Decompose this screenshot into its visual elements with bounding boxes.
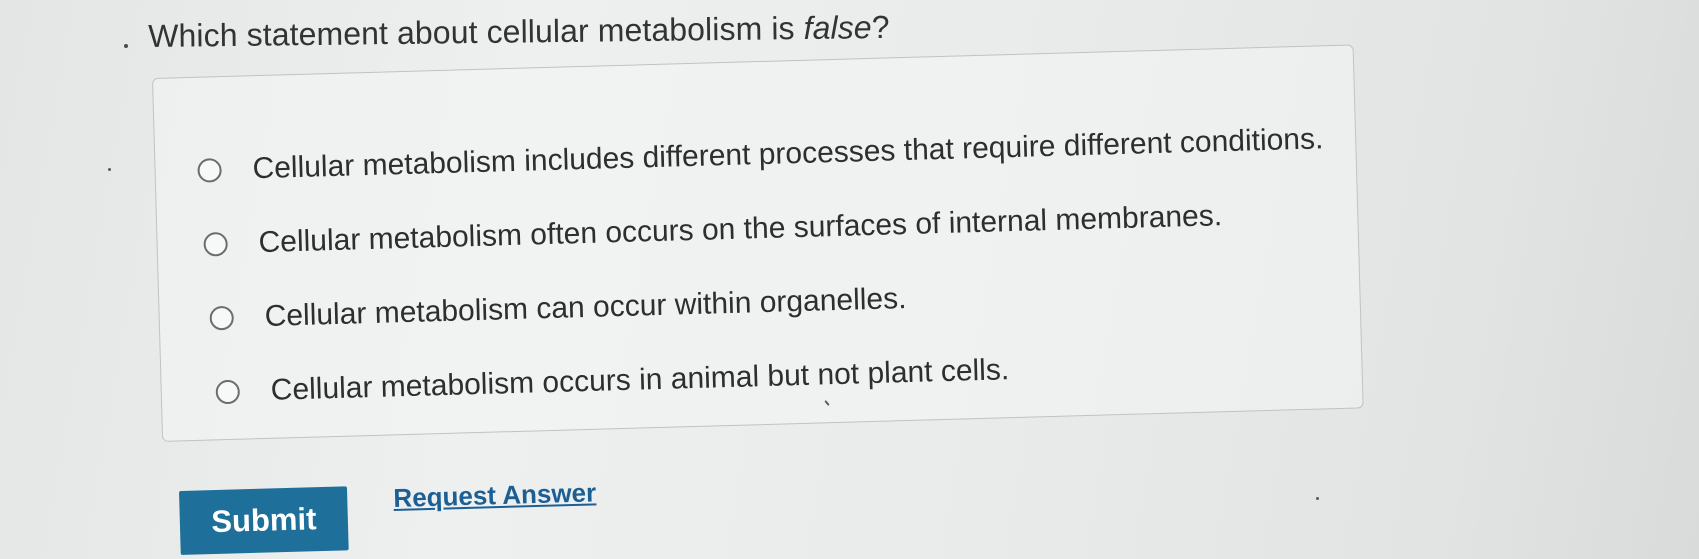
radio-button-2[interactable] — [203, 231, 228, 257]
answer-option-2[interactable]: Cellular metabolism often occurs on the … — [203, 199, 1223, 261]
answer-option-4-label: Cellular metabolism occurs in animal but… — [270, 353, 1010, 407]
submit-button[interactable]: Submit — [179, 486, 349, 555]
answer-option-3-label: Cellular metabolism can occur within org… — [264, 282, 907, 333]
answer-option-3[interactable]: Cellular metabolism can occur within org… — [209, 282, 907, 335]
request-answer-link[interactable]: Request Answer — [393, 477, 597, 514]
question-bullet — [124, 44, 128, 48]
question-prefix: Which statement about cellular metabolis… — [148, 9, 804, 54]
answer-option-2-label: Cellular metabolism often occurs on the … — [258, 199, 1223, 260]
radio-button-1[interactable] — [197, 158, 222, 183]
radio-button-4[interactable] — [215, 379, 241, 405]
question-suffix: ? — [871, 8, 890, 46]
question-text: Which statement about cellular metabolis… — [148, 9, 890, 55]
screen-speck — [108, 168, 111, 171]
screen-speck — [1316, 497, 1319, 500]
answer-option-1[interactable]: Cellular metabolism includes different p… — [197, 122, 1324, 187]
answer-option-4[interactable]: Cellular metabolism occurs in animal but… — [215, 353, 1010, 409]
radio-button-3[interactable] — [209, 305, 235, 331]
answer-option-1-label: Cellular metabolism includes different p… — [252, 122, 1324, 186]
question-emphasis: false — [803, 9, 872, 46]
answer-options-box: Cellular metabolism includes different p… — [152, 44, 1364, 442]
